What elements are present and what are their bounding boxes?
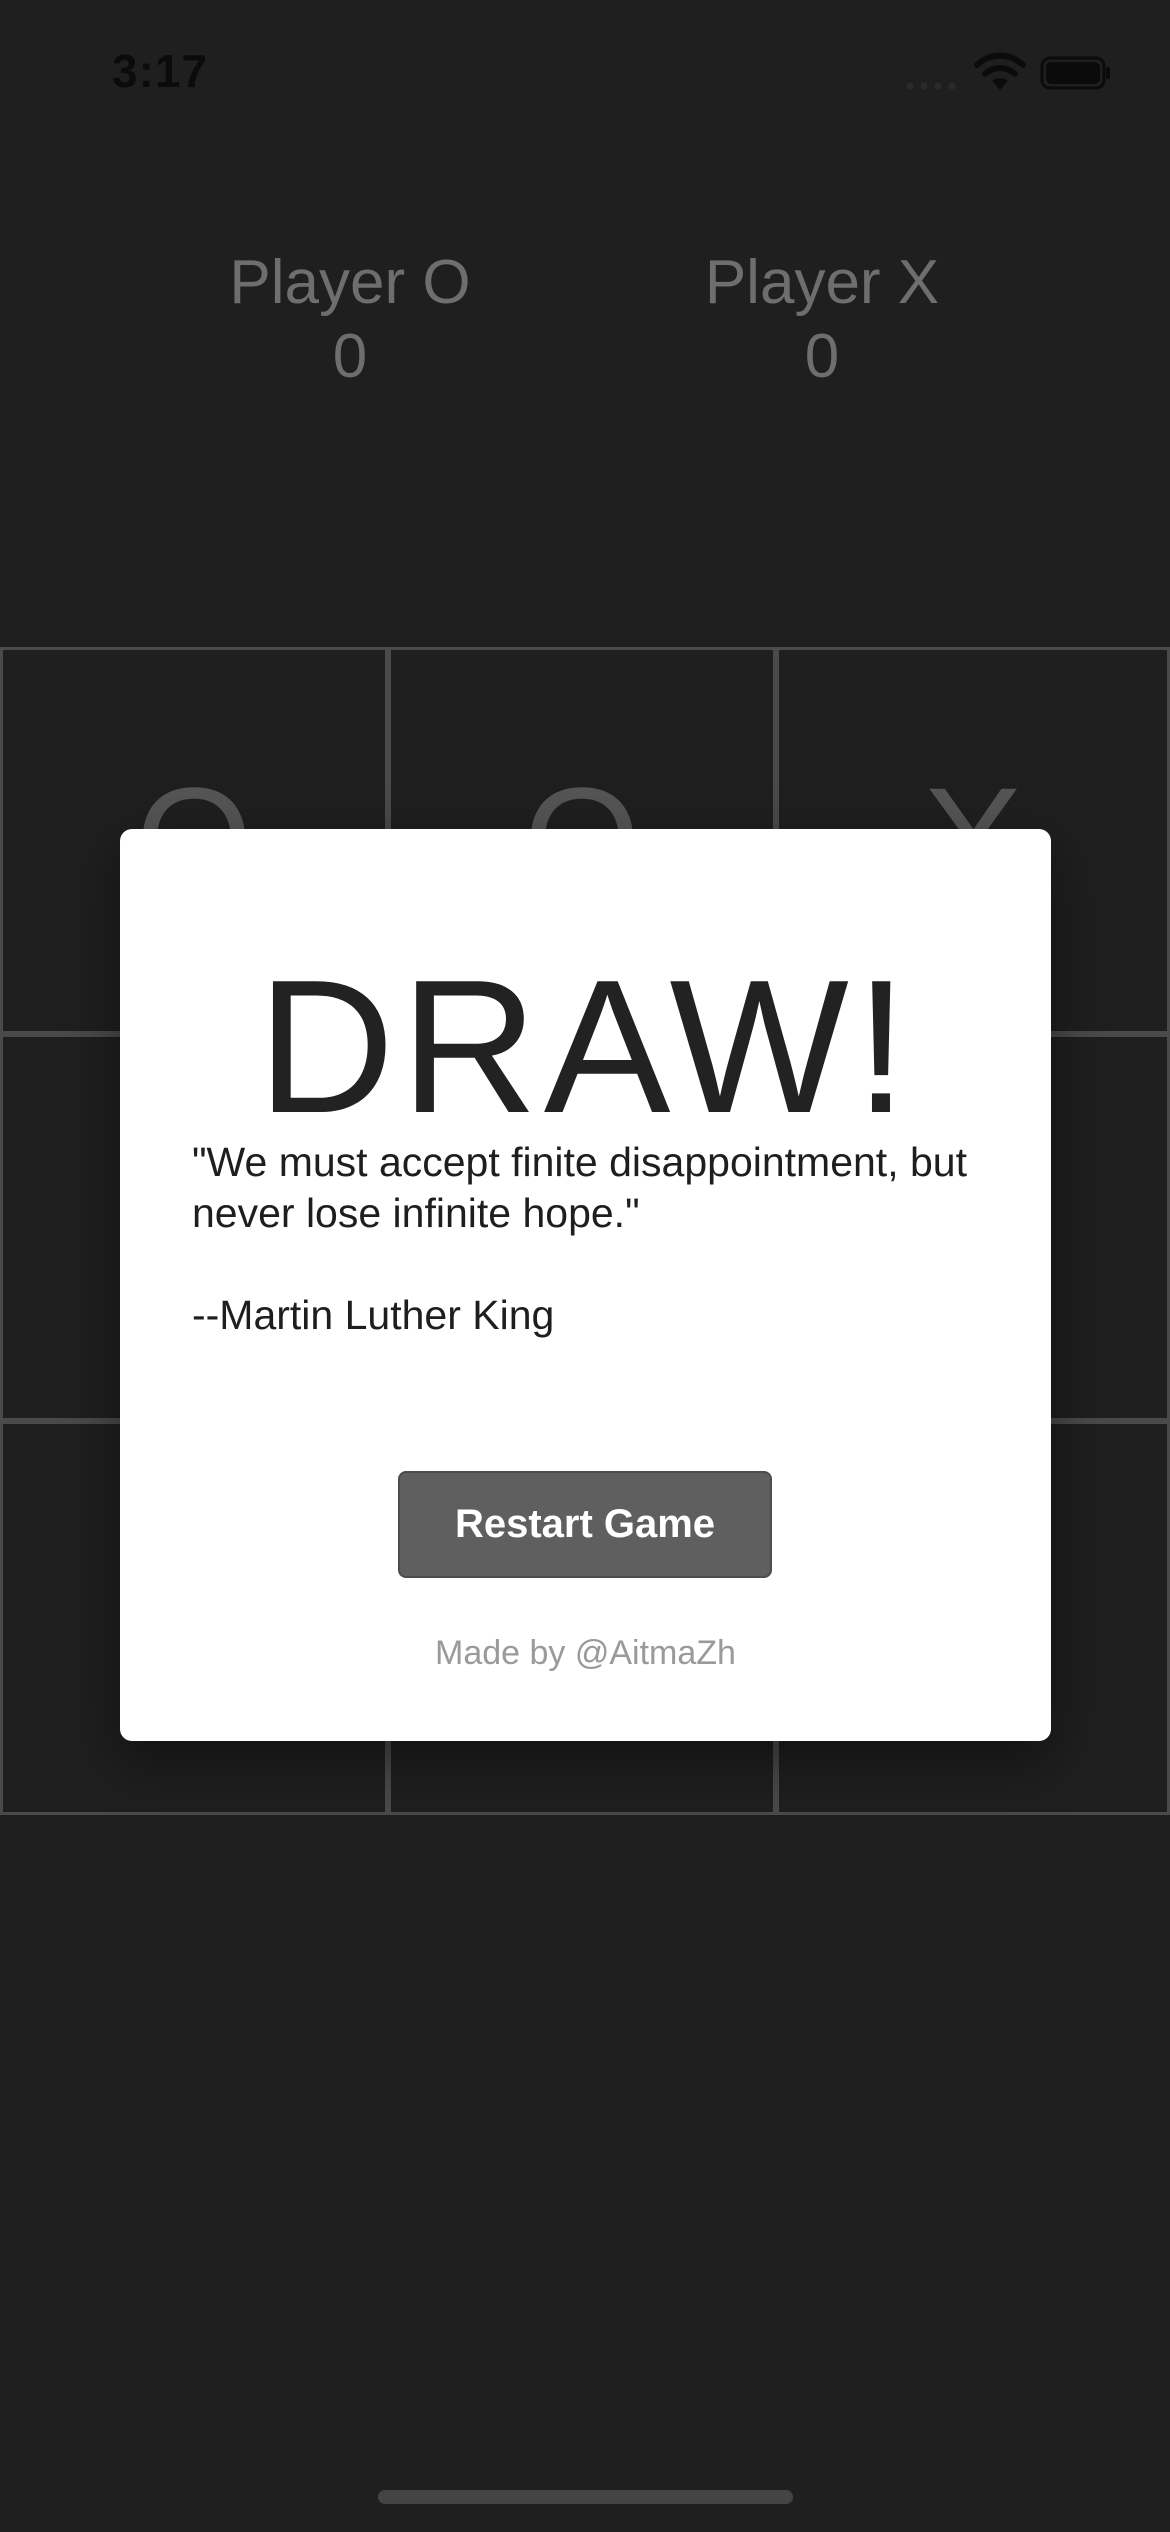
quote-text: "We must accept finite disappointment, b… (192, 1139, 967, 1236)
restart-game-button[interactable]: Restart Game (398, 1471, 772, 1578)
player-x-label: Player X (704, 248, 940, 317)
quote-author: --Martin Luther King (192, 1292, 555, 1338)
player-o-score: 0 (332, 322, 368, 391)
home-indicator[interactable] (378, 2490, 793, 2504)
result-modal: DRAW! "We must accept finite disappointm… (120, 829, 1051, 1741)
player-x-score: 0 (804, 322, 840, 391)
credit-text: Made by @AitmaZh (435, 1634, 736, 1672)
game-screen: 3:17 Player O 0 Player X 0 O O X DRAW (0, 0, 1170, 2532)
player-x-score-panel: Player X 0 (642, 246, 1002, 394)
status-time: 3:17 (112, 45, 209, 97)
battery-icon (1040, 56, 1110, 90)
result-title: DRAW! (257, 941, 914, 1153)
cellular-signal-icon (906, 82, 956, 90)
player-o-score-panel: Player O 0 (170, 246, 530, 394)
wifi-icon (974, 52, 1026, 90)
player-o-label: Player O (229, 248, 471, 317)
